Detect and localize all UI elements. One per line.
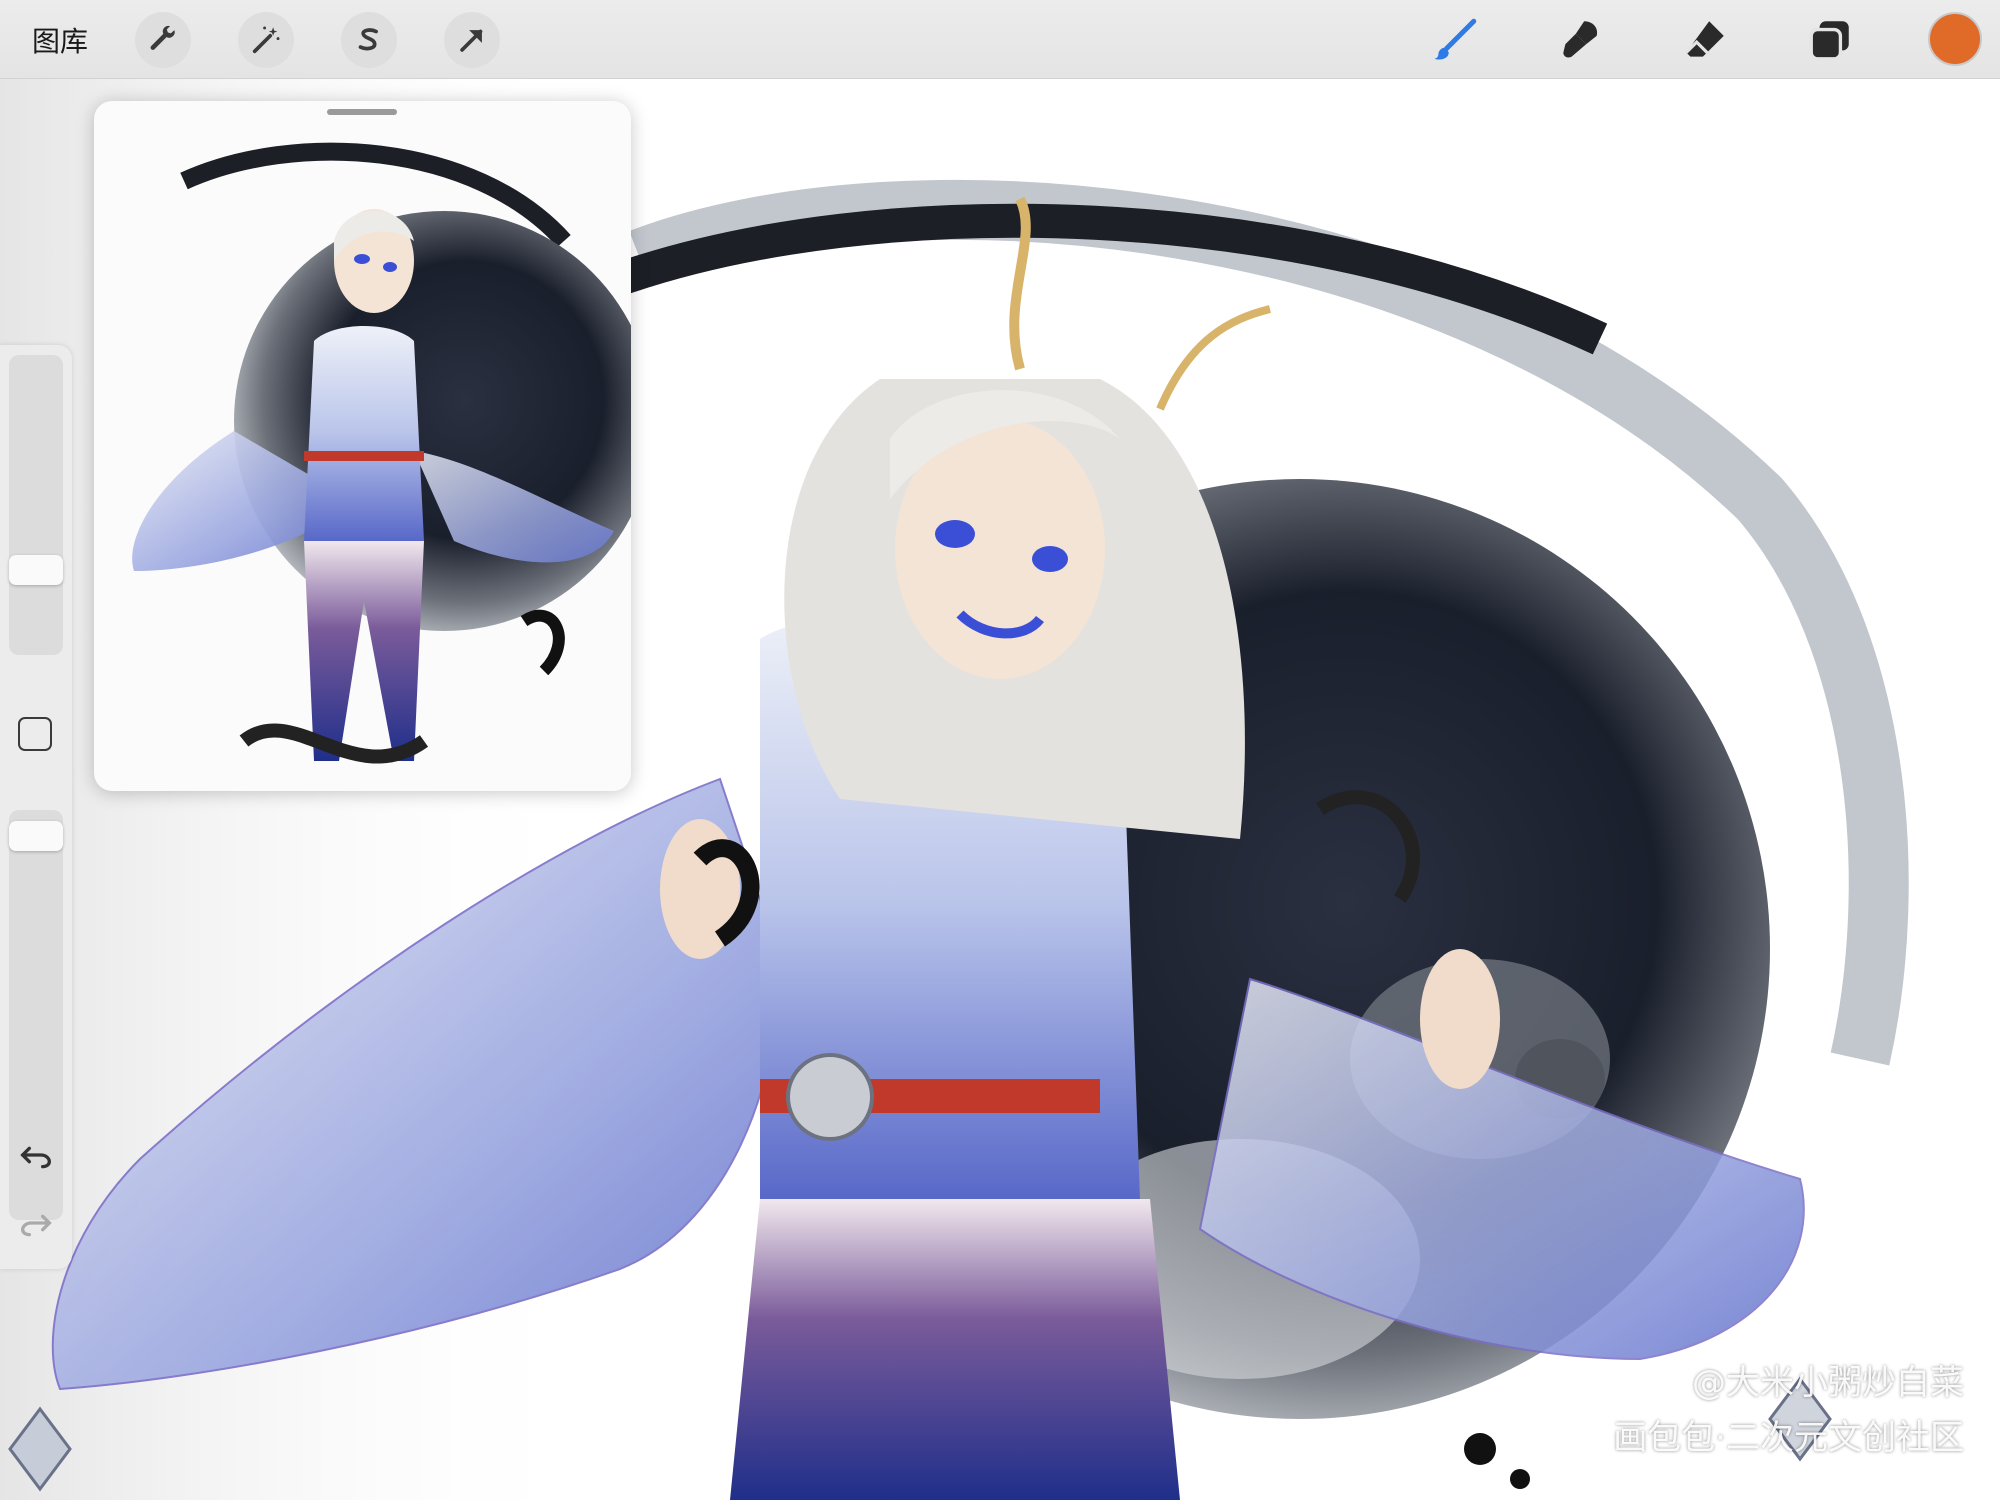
wrench-icon (150, 25, 175, 50)
smudge-tool-button[interactable] (1550, 10, 1610, 70)
reference-window[interactable] (94, 101, 631, 791)
layers-icon (1809, 21, 1849, 61)
smudge-icon (1563, 21, 1598, 58)
actions-button[interactable] (135, 12, 191, 68)
brush-size-handle[interactable] (9, 555, 63, 585)
left-sidebar (0, 345, 72, 1269)
brush-icon (1434, 18, 1477, 60)
reference-thumbnail (132, 142, 631, 764)
eraser-tool-button[interactable] (1675, 10, 1735, 70)
reference-grab-handle[interactable] (327, 109, 397, 115)
brush-size-slider[interactable] (9, 355, 63, 655)
magic-wand-icon (252, 26, 280, 54)
eraser-icon (1685, 21, 1724, 57)
top-toolbar: 图库 (0, 0, 2000, 79)
watermark-line-2: 画包包·二次元文创社区 (1613, 1418, 1964, 1458)
redo-icon[interactable] (16, 1203, 56, 1243)
transform-arrow-icon (460, 29, 483, 52)
transform-button[interactable] (444, 12, 500, 68)
brush-tool-button[interactable] (1425, 10, 1485, 70)
layers-button[interactable] (1800, 10, 1860, 70)
gallery-button[interactable]: 图库 (32, 20, 88, 60)
watermark-line-1: @大米小粥炒白菜 (1692, 1363, 1964, 1403)
modify-button[interactable] (18, 717, 52, 751)
color-picker-button[interactable] (1928, 12, 1982, 66)
selection-icon (358, 28, 378, 51)
selection-button[interactable] (341, 12, 397, 68)
undo-icon[interactable] (16, 1135, 56, 1175)
opacity-handle[interactable] (9, 821, 63, 851)
adjustments-button[interactable] (238, 12, 294, 68)
